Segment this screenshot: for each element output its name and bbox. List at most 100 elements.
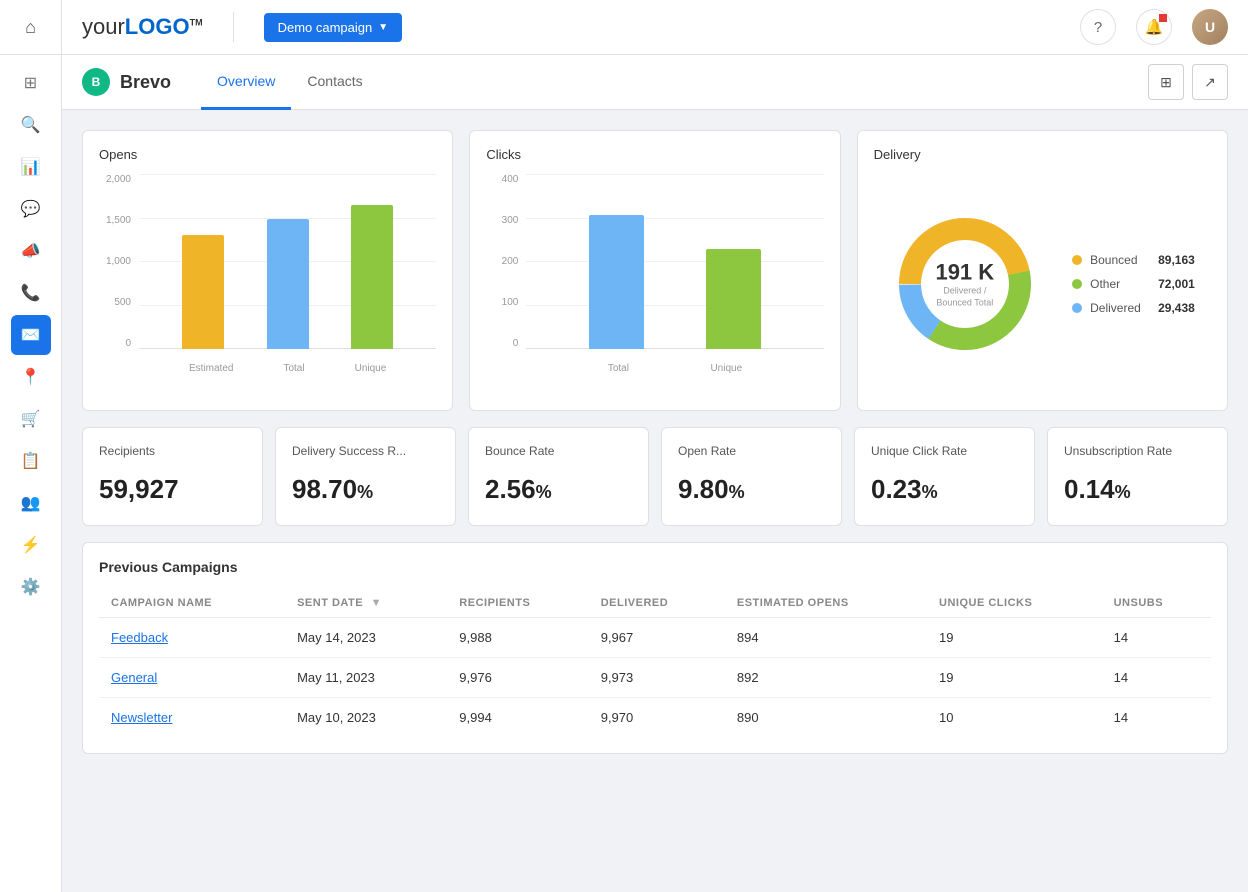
- row-2-recipients: 9,994: [447, 698, 588, 738]
- opens-y-1500: 1,500: [106, 215, 131, 226]
- open-pct-sign: %: [729, 482, 745, 502]
- tabs-nav: Overview Contacts: [201, 55, 379, 110]
- clicks-bar-unique: [706, 249, 761, 349]
- col-sent-date[interactable]: SENT DATE ▼: [285, 589, 447, 618]
- opens-bars: [139, 174, 436, 349]
- campaign-link-feedback[interactable]: Feedback: [111, 630, 168, 645]
- demo-btn-label: Demo campaign: [278, 20, 373, 35]
- stat-label-recipients: Recipients: [99, 444, 246, 458]
- opens-bar-total: [267, 219, 309, 349]
- opens-x-unique: Unique: [355, 363, 387, 374]
- stat-card-delivery-success: Delivery Success R... 98.70%: [275, 427, 456, 526]
- clicks-x-axis: Total Unique: [526, 363, 823, 374]
- donut-center: 191 K Delivered /Bounced Total: [935, 259, 994, 308]
- clicks-chart-title: Clicks: [486, 147, 823, 162]
- clicks-y-100: 100: [502, 297, 519, 308]
- row-0-delivered: 9,967: [589, 618, 725, 658]
- sidebar-item-automation[interactable]: ⚡: [11, 525, 51, 565]
- sidebar-item-ecommerce[interactable]: 🛒: [11, 399, 51, 439]
- row-1-date: May 11, 2023: [285, 658, 447, 698]
- sidebar-item-settings[interactable]: ⚙️: [11, 567, 51, 607]
- clicks-chart: 400 300 200 100 0: [486, 174, 823, 374]
- delivered-value: 29,438: [1158, 301, 1195, 315]
- other-dot: [1072, 279, 1082, 289]
- sidebar-item-search[interactable]: 🔍: [11, 105, 51, 145]
- clicks-y-200: 200: [502, 256, 519, 267]
- sidebar-item-contacts[interactable]: 👥: [11, 483, 51, 523]
- delivery-chart-title: Delivery: [874, 147, 1211, 162]
- campaign-link-newsletter[interactable]: Newsletter: [111, 710, 172, 725]
- stat-value-unsub-rate: 0.14%: [1064, 474, 1211, 505]
- sidebar-item-chat[interactable]: 💬: [11, 189, 51, 229]
- notification-button[interactable]: 🔔: [1136, 9, 1172, 45]
- page-header: B Brevo Overview Contacts ⊞: [62, 55, 1248, 110]
- demo-campaign-button[interactable]: Demo campaign ▼: [264, 13, 403, 42]
- clicks-bars: [526, 174, 823, 349]
- donut-center-label: Delivered /Bounced Total: [935, 285, 994, 308]
- page-title: Brevo: [120, 72, 171, 93]
- tab-contacts[interactable]: Contacts: [291, 55, 378, 110]
- stat-card-bounce-rate: Bounce Rate 2.56%: [468, 427, 649, 526]
- filter-button[interactable]: ⊞: [1148, 64, 1184, 100]
- opens-bar-unique-rect: [351, 205, 393, 349]
- logo-text: yourLOGOTM: [82, 14, 203, 40]
- table-row: General May 11, 2023 9,976 9,973 892 19 …: [99, 658, 1211, 698]
- clicks-x-unique: Unique: [710, 363, 742, 374]
- campaigns-table-header-row: CAMPAIGN NAME SENT DATE ▼ RECIPIENTS DEL…: [99, 589, 1211, 618]
- opens-x-total: Total: [283, 363, 304, 374]
- opens-x-axis: Estimated Total Unique: [139, 363, 436, 374]
- clicks-y-400: 400: [502, 174, 519, 185]
- sidebar-item-dashboard[interactable]: ⊞: [11, 63, 51, 103]
- sidebar-item-campaigns[interactable]: 📣: [11, 231, 51, 271]
- delivery-pct-sign: %: [357, 482, 373, 502]
- campaigns-table: CAMPAIGN NAME SENT DATE ▼ RECIPIENTS DEL…: [99, 589, 1211, 737]
- opens-y-axis: 2,000 1,500 1,000 500 0: [99, 174, 137, 349]
- opens-y-500: 500: [114, 297, 131, 308]
- sidebar-item-analytics[interactable]: 📊: [11, 147, 51, 187]
- delivery-chart-card: Delivery: [857, 130, 1228, 411]
- row-2-est-opens: 890: [725, 698, 927, 738]
- row-2-date: May 10, 2023: [285, 698, 447, 738]
- logo-area: yourLOGOTM: [82, 14, 203, 40]
- sidebar-item-location[interactable]: 📍: [11, 357, 51, 397]
- share-button[interactable]: ↗: [1192, 64, 1228, 100]
- campaign-link-general[interactable]: General: [111, 670, 157, 685]
- donut-chart: 191 K Delivered /Bounced Total: [890, 209, 1040, 359]
- sidebar-item-calls[interactable]: 📞: [11, 273, 51, 313]
- delivery-donut-area: 191 K Delivered /Bounced Total Bounced 8…: [874, 174, 1211, 394]
- bounce-pct-sign: %: [536, 482, 552, 502]
- row-2-unique-clicks: 10: [927, 698, 1102, 738]
- table-row: Newsletter May 10, 2023 9,994 9,970 890 …: [99, 698, 1211, 738]
- opens-chart: 2,000 1,500 1,000 500 0: [99, 174, 436, 374]
- sidebar-item-email[interactable]: ✉️: [11, 315, 51, 355]
- filter-icon: ⊞: [1160, 74, 1172, 91]
- tab-overview[interactable]: Overview: [201, 55, 291, 110]
- row-0-date: May 14, 2023: [285, 618, 447, 658]
- logo-your: your: [82, 14, 125, 39]
- opens-x-estimated: Estimated: [189, 363, 233, 374]
- opens-bar-unique: [351, 205, 393, 349]
- stat-value-open-rate: 9.80%: [678, 474, 825, 505]
- bounced-value: 89,163: [1158, 253, 1195, 267]
- help-button[interactable]: ?: [1080, 9, 1116, 45]
- legend-item-delivered: Delivered 29,438: [1072, 301, 1195, 315]
- bounced-dot: [1072, 255, 1082, 265]
- delivered-label: Delivered: [1090, 301, 1150, 315]
- user-avatar[interactable]: U: [1192, 9, 1228, 45]
- clicks-bar-total-rect: [589, 215, 644, 349]
- stat-card-open-rate: Open Rate 9.80%: [661, 427, 842, 526]
- unsub-pct-sign: %: [1115, 482, 1131, 502]
- stat-label-open-rate: Open Rate: [678, 444, 825, 458]
- dashboard-content: Opens 2,000 1,500 1,000 500 0: [62, 110, 1248, 774]
- opens-bar-estimated-rect: [182, 235, 224, 349]
- sidebar-home[interactable]: ⌂: [0, 0, 61, 55]
- row-1-delivered: 9,973: [589, 658, 725, 698]
- other-label: Other: [1090, 277, 1150, 291]
- col-campaign-name: CAMPAIGN NAME: [99, 589, 285, 618]
- row-0-unsubs: 14: [1102, 618, 1211, 658]
- clicks-x-total: Total: [608, 363, 629, 374]
- row-1-unique-clicks: 19: [927, 658, 1102, 698]
- row-1-est-opens: 892: [725, 658, 927, 698]
- sidebar-item-reports[interactable]: 📋: [11, 441, 51, 481]
- icon-sidebar: ⌂ ⊞ 🔍 📊 💬 📣 📞 ✉️ 📍 🛒 📋 👥 ⚡ ⚙️: [0, 0, 62, 892]
